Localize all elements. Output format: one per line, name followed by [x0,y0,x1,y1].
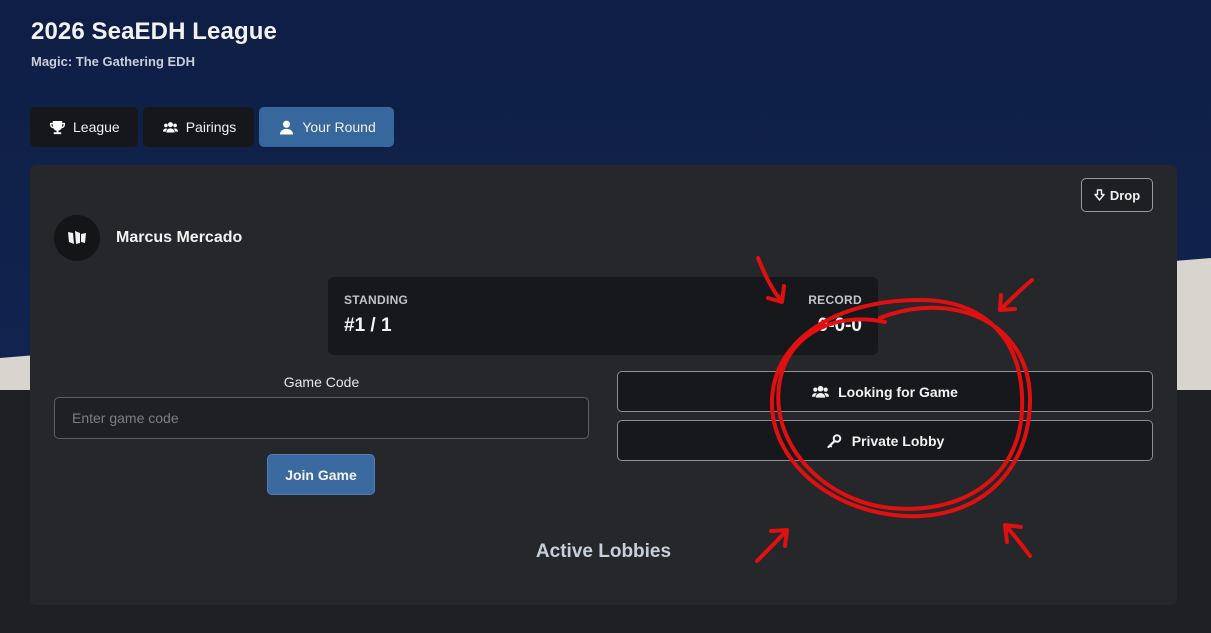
tab-label: League [73,119,120,135]
drop-label: Drop [1109,187,1141,203]
tab-pairings[interactable]: Pairings [142,107,255,147]
active-lobbies-heading: Active Lobbies [535,541,672,562]
avatar [54,215,100,261]
tab-label: Pairings [185,119,237,135]
league-subtitle: Magic: The Gathering EDH [31,54,195,69]
tab-your-round[interactable]: Your Round [259,107,394,147]
private-lobby-label: Private Lobby [851,432,945,449]
users-icon [162,121,178,132]
league-title: 2026 SeaEDH League [31,18,277,45]
tab-bar: League Pairings Your Round [30,107,394,147]
standing-value: #1 / 1 [344,315,392,336]
users-icon [812,385,830,398]
arrow-down-icon [1094,189,1105,201]
game-code-label: Game Code [283,374,360,390]
record-value: 0-0-0 [817,315,862,336]
mtg-logo-icon [68,231,86,244]
key-icon [827,433,842,448]
looking-for-game-label: Looking for Game [838,383,958,400]
round-card: Drop Marcus Mercado STANDING #1 / 1 RECO… [30,165,1177,605]
page-header: 2026 SeaEDH League Magic: The Gathering … [31,18,277,69]
private-lobby-button[interactable]: Private Lobby [617,420,1153,461]
drop-button[interactable]: Drop [1081,178,1153,212]
user-icon [280,120,294,135]
trophy-icon [50,120,65,134]
game-code-input[interactable] [54,397,589,439]
tab-label: Your Round [302,119,376,135]
looking-for-game-button[interactable]: Looking for Game [617,371,1153,412]
record-label: RECORD [808,293,862,307]
standing-label: STANDING [344,293,409,307]
stats-panel: STANDING #1 / 1 RECORD 0-0-0 [328,277,878,355]
join-game-button[interactable]: Join Game [267,454,375,495]
player-name: Marcus Mercado [116,229,243,246]
tab-league[interactable]: League [30,107,138,147]
